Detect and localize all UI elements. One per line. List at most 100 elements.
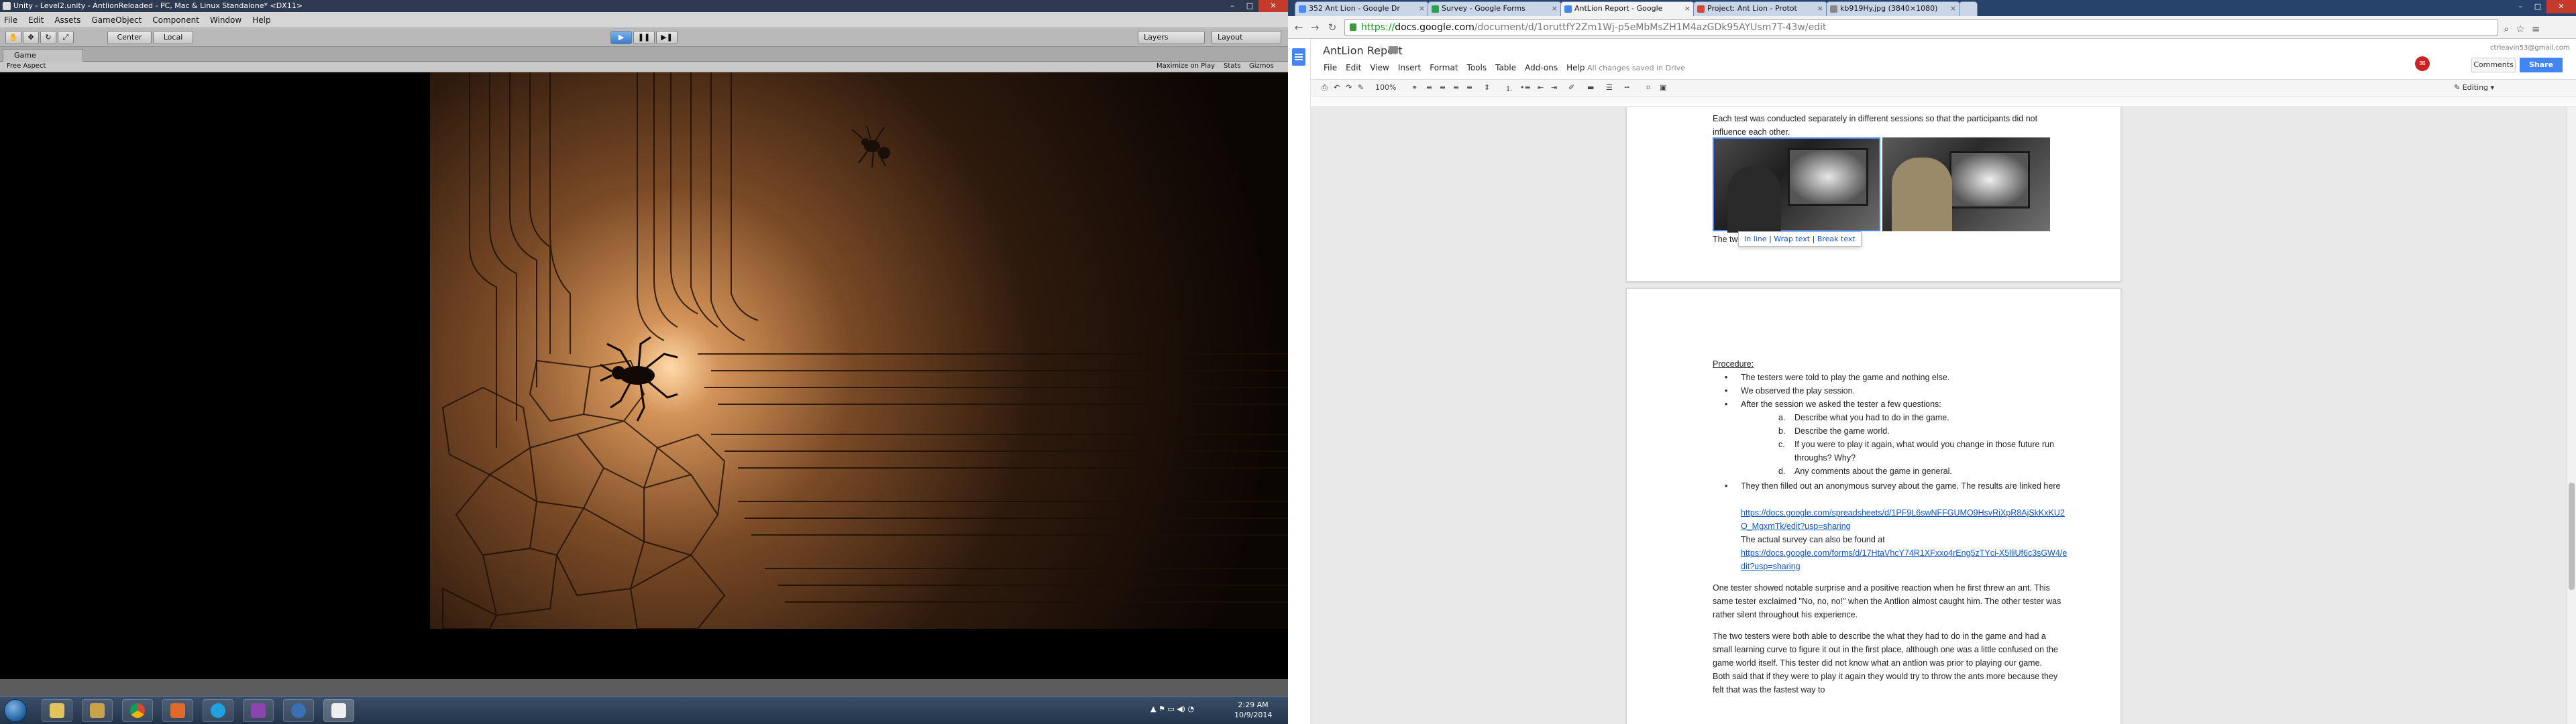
- close-tab-icon[interactable]: ×: [1950, 2, 1956, 15]
- question-c[interactable]: If you were to play it again, what would…: [1794, 438, 2076, 465]
- onenote-icon[interactable]: [243, 699, 274, 722]
- docs-menu-view[interactable]: View: [1370, 63, 1389, 72]
- editing-mode-dropdown[interactable]: ✎ Editing ▾: [2454, 83, 2494, 92]
- survey-form-link[interactable]: https://docs.google.com/forms/d/17HtaVhc…: [1741, 546, 2070, 573]
- star-document-icon[interactable]: ☆: [1377, 44, 1386, 55]
- chrome-tab-4[interactable]: Project: Ant Lion - Protot ×: [1693, 1, 1827, 16]
- question-b[interactable]: Describe the game world.: [1794, 424, 2076, 438]
- results-spreadsheet-link[interactable]: https://docs.google.com/spreadsheets/d/1…: [1741, 506, 2070, 533]
- close-button[interactable]: ✕: [2546, 0, 2576, 13]
- question-a[interactable]: Describe what you had to do in the game.: [1794, 411, 2076, 424]
- start-button[interactable]: [4, 699, 27, 722]
- embedded-photo-2[interactable]: [1882, 137, 2050, 231]
- scale-tool-button[interactable]: ⤢: [58, 31, 74, 44]
- docs-menu-tools[interactable]: Tools: [1467, 63, 1487, 72]
- pen-icon[interactable]: ✐: [1568, 83, 1574, 92]
- docs-logo-icon[interactable]: [1292, 48, 1305, 66]
- back-button[interactable]: ←: [1292, 21, 1305, 34]
- menu-window[interactable]: Window: [210, 15, 241, 25]
- break-text-option[interactable]: Break text: [1817, 235, 1856, 243]
- border-width-icon[interactable]: ☰: [1606, 83, 1613, 92]
- align-center-icon[interactable]: ≡: [1440, 83, 1446, 92]
- border-color-icon[interactable]: ▬: [1587, 83, 1594, 92]
- in-line-option[interactable]: In line: [1744, 235, 1767, 243]
- new-tab-button[interactable]: [1959, 1, 1978, 16]
- minimize-button[interactable]: –: [2512, 0, 2529, 13]
- pivot-local-button[interactable]: Local: [153, 31, 193, 44]
- observation-paragraph-1[interactable]: One tester showed notable surprise and a…: [1713, 581, 2061, 621]
- increase-indent-icon[interactable]: ⇥: [1551, 83, 1557, 92]
- chrome-tab-2[interactable]: Survey - Google Forms ×: [1428, 1, 1562, 16]
- maximize-on-play-toggle[interactable]: Maximize on Play: [1157, 62, 1215, 70]
- close-tab-icon[interactable]: ×: [1817, 2, 1823, 15]
- chrome-tab-1[interactable]: 352 Ant Lion - Google Dr ×: [1295, 1, 1429, 16]
- reload-button[interactable]: ↻: [1326, 21, 1339, 34]
- forward-button[interactable]: →: [1308, 21, 1322, 34]
- maximize-button[interactable]: □: [2529, 0, 2546, 13]
- docs-menu-help[interactable]: Help: [1566, 63, 1585, 72]
- folder-icon[interactable]: [1389, 46, 1398, 54]
- calculator-icon[interactable]: [162, 699, 193, 722]
- observation-paragraph-2[interactable]: The two testers were both able to descri…: [1713, 629, 2061, 697]
- border-dash-icon[interactable]: ┅: [1625, 83, 1629, 92]
- docs-menu-addons[interactable]: Add-ons: [1525, 63, 1558, 72]
- system-tray[interactable]: ▲ ⚑ ▭ ◀) ◔: [1150, 705, 1194, 713]
- clock[interactable]: 2:29 AM 10/9/2014: [1234, 700, 1272, 720]
- numbered-list-icon[interactable]: ⒈: [1505, 83, 1513, 94]
- aspect-dropdown[interactable]: Free Aspect: [7, 62, 46, 70]
- rotate-tool-button[interactable]: ↻: [40, 31, 56, 44]
- pivot-center-button[interactable]: Center: [107, 31, 152, 44]
- close-tab-icon[interactable]: ×: [1684, 2, 1690, 15]
- bulleted-list-icon[interactable]: •≡: [1520, 83, 1531, 92]
- close-tab-icon[interactable]: ×: [1419, 2, 1425, 15]
- wrap-text-option[interactable]: Wrap text: [1774, 235, 1810, 243]
- notification-badge[interactable]: ✉: [2415, 56, 2430, 71]
- embedded-photo-selected[interactable]: [1713, 137, 1880, 233]
- scrollbar-thumb[interactable]: [2569, 483, 2575, 590]
- gizmos-dropdown[interactable]: Gizmos: [1249, 62, 1274, 70]
- undo-icon[interactable]: ↶: [1334, 83, 1340, 92]
- browser-icon[interactable]: [283, 699, 314, 722]
- procedure-heading[interactable]: Procedure:: [1713, 357, 1754, 371]
- menu-assets[interactable]: Assets: [54, 15, 80, 25]
- close-button[interactable]: ✕: [1258, 0, 1288, 12]
- docs-menu-file[interactable]: File: [1324, 63, 1337, 72]
- question-d[interactable]: Any comments about the game in general.: [1794, 465, 2076, 478]
- pause-button[interactable]: ❚❚: [633, 31, 655, 44]
- crop-icon[interactable]: ⌗: [1646, 83, 1650, 93]
- chrome-tab-3-active[interactable]: AntLion Report - Google ×: [1560, 1, 1695, 16]
- file-explorer-icon[interactable]: [42, 699, 72, 722]
- star-icon[interactable]: ☆: [2516, 23, 2531, 35]
- libraries-icon[interactable]: [82, 699, 113, 722]
- redo-icon[interactable]: ↷: [1346, 83, 1352, 92]
- link-icon[interactable]: ⚭: [1411, 83, 1417, 92]
- game-tab[interactable]: Game: [3, 49, 83, 62]
- menu-help[interactable]: Help: [252, 15, 270, 25]
- share-button[interactable]: Share: [2520, 58, 2563, 72]
- docs-menu-edit[interactable]: Edit: [1346, 63, 1361, 72]
- survey-found-text[interactable]: The actual survey can also be found at: [1741, 533, 2070, 546]
- save-status[interactable]: All changes saved in Drive: [1587, 64, 1685, 72]
- procedure-bullet-3[interactable]: After the session we asked the tester a …: [1741, 398, 2063, 411]
- skype-icon[interactable]: [203, 699, 233, 722]
- menu-component[interactable]: Component: [152, 15, 199, 25]
- menu-gameobject[interactable]: GameObject: [91, 15, 142, 25]
- image-options-icon[interactable]: ▣: [1660, 83, 1666, 92]
- hand-tool-button[interactable]: ✋: [5, 31, 21, 44]
- comments-button[interactable]: Comments: [2471, 58, 2516, 72]
- docs-menu-format[interactable]: Format: [1430, 63, 1458, 72]
- chrome-icon[interactable]: [122, 699, 153, 722]
- menu-file[interactable]: File: [4, 15, 17, 25]
- ruler[interactable]: [1311, 97, 2576, 107]
- procedure-bullet-2[interactable]: We observed the play session.: [1741, 384, 2063, 398]
- search-icon[interactable]: ⌕: [2504, 23, 2516, 35]
- maximize-button[interactable]: □: [1241, 0, 1258, 12]
- docs-menu-insert[interactable]: Insert: [1398, 63, 1421, 72]
- decrease-indent-icon[interactable]: ⇤: [1538, 83, 1544, 92]
- zoom-select[interactable]: 100%: [1375, 83, 1396, 92]
- print-icon[interactable]: ⎙: [1322, 83, 1328, 93]
- document-scrollbar[interactable]: [2567, 107, 2576, 724]
- step-button[interactable]: ▶❚: [656, 31, 678, 44]
- game-view[interactable]: [0, 72, 1288, 679]
- address-bar[interactable]: https://docs.google.com/document/d/1orut…: [1344, 19, 2498, 36]
